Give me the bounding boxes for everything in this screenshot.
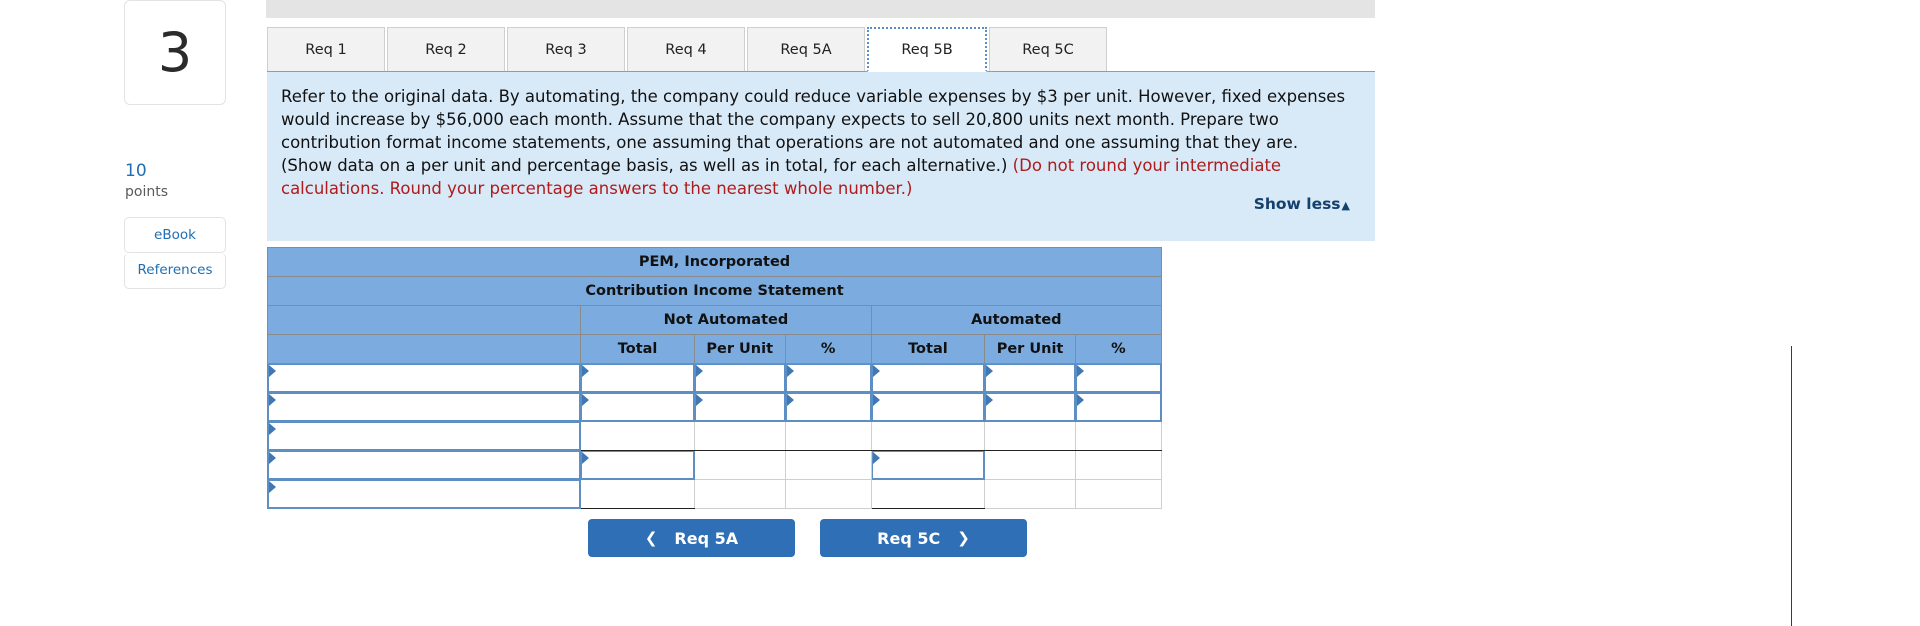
row-4-perunit-na-cell[interactable] [693,450,786,480]
table-row-company-title: PEM, Incorporated [267,247,1162,277]
points-block: 10 points [124,162,228,200]
row-5-label-select[interactable] [266,479,582,509]
row-2-label-select[interactable] [266,392,582,422]
question-rail: 3 10 points eBook References [124,0,228,289]
row-4-total-na-input[interactable] [580,450,695,480]
ebook-button[interactable]: eBook [124,216,226,253]
row-3-label-select[interactable] [266,421,582,451]
caret-up-icon: ▲ [1341,199,1350,212]
tab-label: Req 5A [780,41,832,58]
question-prompt-panel: Refer to the original data. By automatin… [267,72,1375,241]
prev-requirement-label: Req 5A [674,528,739,548]
tab-label: Req 4 [665,41,707,58]
row-3-perunit-na-cell[interactable] [693,421,786,451]
row-3-total-na-cell[interactable] [580,421,695,451]
statement-title: Contribution Income Statement [267,276,1162,306]
tab-label: Req 5C [1022,41,1074,58]
points-value: 10 [125,161,147,181]
column-header-total-a: Total [870,334,986,364]
row-5-pct-na-cell[interactable] [784,479,872,509]
row-1-label-select[interactable] [266,363,582,393]
row-1-pct-na-input[interactable] [784,363,872,393]
question-number-card: 3 [124,0,226,105]
row-4-perunit-a-cell[interactable] [984,450,1076,480]
row-5-pct-a-cell[interactable] [1074,479,1163,509]
table-row-group-headers: Not Automated Automated [266,305,1163,335]
tab-req-3[interactable]: Req 3 [507,27,625,72]
column-header-per-unit-a: Per Unit [984,334,1076,364]
question-prompt-text: Refer to the original data. By automatin… [281,86,1349,201]
table-row-statement-title: Contribution Income Statement [267,276,1162,306]
row-4-label-select[interactable] [266,450,582,480]
references-button[interactable]: References [124,252,226,289]
row-1-perunit-na-input[interactable] [693,363,786,393]
tab-req-5a[interactable]: Req 5A [747,27,865,72]
show-less-label: Show less [1253,195,1341,213]
row-4-pct-na-cell[interactable] [784,450,872,480]
row-4-total-a-input[interactable] [870,450,986,480]
tab-req-2[interactable]: Req 2 [387,27,505,72]
row-1-total-a-input[interactable] [870,363,986,393]
row-3-pct-na-cell[interactable] [784,421,872,451]
table-row [266,363,1163,393]
row-2-perunit-a-input[interactable] [984,392,1076,422]
tab-req-5b[interactable]: Req 5B [867,27,987,72]
tab-req-5c[interactable]: Req 5C [989,27,1107,72]
next-requirement-button[interactable]: Req 5C ❯ [820,519,1027,557]
row-5-total-a-cell[interactable] [870,479,986,509]
requirement-tabs: Req 1 Req 2 Req 3 Req 4 Req 5A Req 5B Re… [267,27,1109,72]
table-row [266,392,1163,422]
points-label: points [125,183,168,200]
tab-label: Req 3 [545,41,587,58]
group-header-automated: Automated [870,305,1163,335]
requirement-nav: ❮ Req 5A Req 5C ❯ [588,519,1027,557]
group-header-not-automated: Not Automated [580,305,872,335]
group-header-blank [266,305,582,335]
page-edge-rule [1791,346,1792,626]
tab-label: Req 1 [305,41,347,58]
row-5-total-na-cell[interactable] [580,479,695,509]
table-row [266,479,1163,509]
column-header-total-na: Total [580,334,695,364]
row-3-pct-a-cell[interactable] [1074,421,1163,451]
row-3-perunit-a-cell[interactable] [984,421,1076,451]
row-5-perunit-a-cell[interactable] [984,479,1076,509]
question-number: 3 [157,20,193,84]
table-row [266,450,1163,480]
row-2-perunit-na-input[interactable] [693,392,786,422]
show-less-toggle[interactable]: Show less▲ [1254,195,1350,213]
table-row-column-headers: Total Per Unit % Total Per Unit % [266,334,1163,364]
company-title: PEM, Incorporated [267,247,1162,277]
row-1-total-na-input[interactable] [580,363,695,393]
column-header-pct-a: % [1074,334,1163,364]
contribution-income-statement-table: PEM, Incorporated Contribution Income St… [266,247,1163,509]
ebook-label: eBook [154,226,196,243]
prev-requirement-button[interactable]: ❮ Req 5A [588,519,795,557]
tab-label: Req 2 [425,41,467,58]
references-label: References [137,262,213,279]
column-header-blank [266,334,582,364]
tab-req-4[interactable]: Req 4 [627,27,745,72]
column-header-per-unit-na: Per Unit [693,334,786,364]
row-1-perunit-a-input[interactable] [984,363,1076,393]
row-2-pct-na-input[interactable] [784,392,872,422]
table-row [266,421,1163,451]
tab-req-1[interactable]: Req 1 [267,27,385,72]
row-2-total-na-input[interactable] [580,392,695,422]
toolbar-strip [266,0,1375,18]
chevron-right-icon: ❯ [957,529,970,547]
tab-label: Req 5B [901,41,953,58]
row-2-total-a-input[interactable] [870,392,986,422]
row-4-pct-a-cell[interactable] [1074,450,1163,480]
row-1-pct-a-input[interactable] [1074,363,1163,393]
row-5-perunit-na-cell[interactable] [693,479,786,509]
assignment-page: 3 10 points eBook References Req 1 Req 2… [0,0,1920,626]
row-3-total-a-cell[interactable] [870,421,986,451]
chevron-left-icon: ❮ [644,529,658,547]
next-requirement-label: Req 5C [877,528,941,548]
row-2-pct-a-input[interactable] [1074,392,1163,422]
column-header-pct-na: % [784,334,872,364]
